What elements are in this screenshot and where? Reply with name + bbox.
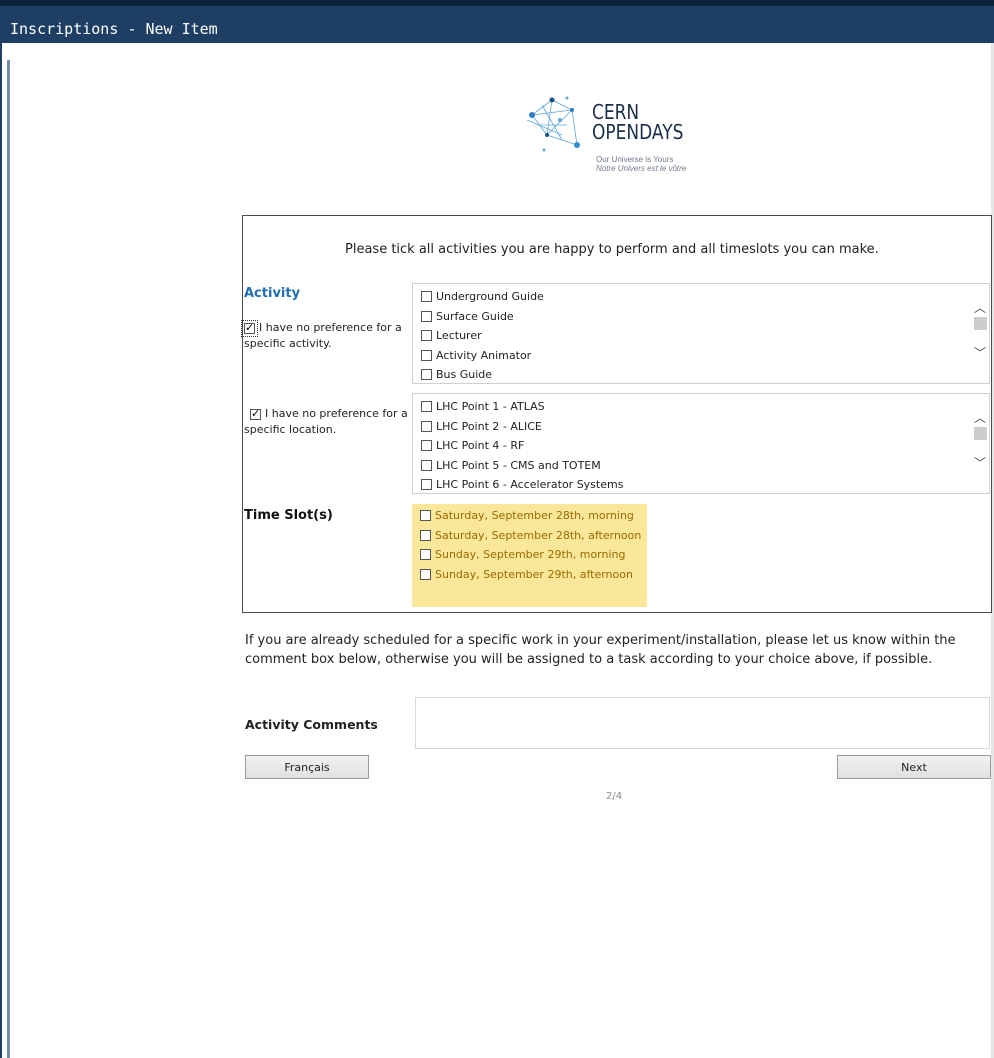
logo-tagline-fr: Notre Univers est le vôtre bbox=[596, 164, 687, 173]
activity-no-preference-label: I have no preference for a specific acti… bbox=[244, 321, 402, 350]
time-slots-heading: Time Slot(s) bbox=[244, 508, 333, 523]
activity-option[interactable]: Surface Guide bbox=[421, 307, 544, 327]
time-slot-option[interactable]: Sunday, September 29th, morning bbox=[420, 545, 641, 565]
activity-comments-input[interactable] bbox=[415, 697, 990, 749]
left-frame-edge bbox=[0, 43, 2, 1058]
activity-option-checkbox[interactable] bbox=[421, 330, 432, 342]
location-option[interactable]: LHC Point 6 - Accelerator Systems bbox=[421, 475, 623, 495]
activity-option[interactable]: Lecturer bbox=[421, 326, 544, 346]
location-option-checkbox[interactable] bbox=[421, 440, 432, 452]
next-button[interactable]: Next bbox=[837, 755, 991, 779]
activity-option[interactable]: Bus Guide bbox=[421, 365, 544, 385]
activity-option[interactable]: Underground Guide bbox=[421, 287, 544, 307]
chevron-down-icon[interactable]: ﹀ bbox=[974, 454, 986, 471]
time-slot-checkbox[interactable] bbox=[420, 549, 431, 561]
activity-no-preference-checkbox[interactable] bbox=[241, 319, 258, 337]
activity-comments-label: Activity Comments bbox=[245, 717, 378, 732]
time-slot-option[interactable]: Saturday, September 28th, afternoon bbox=[420, 526, 641, 546]
time-slot-option[interactable]: Saturday, September 28th, morning bbox=[420, 506, 641, 526]
chevron-up-icon[interactable]: ︿ bbox=[974, 409, 986, 426]
location-option[interactable]: LHC Point 5 - CMS and TOTEM bbox=[421, 456, 623, 476]
schedule-note: If you are already scheduled for a speci… bbox=[245, 633, 956, 667]
activity-option-checkbox[interactable] bbox=[421, 291, 432, 303]
location-option[interactable]: LHC Point 2 - ALICE bbox=[421, 417, 623, 437]
location-option-checkbox[interactable] bbox=[421, 401, 432, 413]
title-bar: Inscriptions - New Item bbox=[0, 0, 994, 43]
scroll-thumb[interactable] bbox=[974, 317, 987, 330]
activity-no-preference[interactable]: I have no preference for a specific acti… bbox=[241, 319, 409, 352]
activity-listbox[interactable]: Underground Guide Surface Guide Lecturer… bbox=[412, 283, 990, 384]
page-indicator: 2/4 bbox=[606, 791, 623, 802]
form-instruction: Please tick all activities you are happy… bbox=[345, 242, 879, 257]
location-option-checkbox[interactable] bbox=[421, 479, 432, 491]
location-option-checkbox[interactable] bbox=[421, 459, 432, 471]
time-slot-checkbox[interactable] bbox=[420, 568, 431, 580]
activity-option-checkbox[interactable] bbox=[421, 349, 432, 361]
location-option-checkbox[interactable] bbox=[421, 420, 432, 432]
left-frame-inner-edge bbox=[7, 60, 10, 1058]
location-option[interactable]: LHC Point 1 - ATLAS bbox=[421, 397, 623, 417]
location-no-preference[interactable]: I have no preference for a specific loca… bbox=[244, 406, 409, 438]
activity-scrollbar[interactable]: ︿ ﹀ bbox=[971, 284, 989, 383]
window-title: Inscriptions - New Item bbox=[10, 20, 218, 38]
cern-opendays-logo: CERN OPENDAYS Our Universe is Yours Notr… bbox=[522, 90, 712, 180]
scroll-thumb[interactable] bbox=[974, 427, 987, 440]
location-option[interactable]: LHC Point 4 - RF bbox=[421, 436, 623, 456]
chevron-down-icon[interactable]: ﹀ bbox=[974, 344, 986, 361]
logo-tagline-en: Our Universe is Yours bbox=[596, 155, 674, 164]
location-no-preference-checkbox[interactable] bbox=[250, 406, 261, 422]
french-language-button[interactable]: Français bbox=[245, 755, 369, 779]
chevron-up-icon[interactable]: ︿ bbox=[974, 299, 986, 316]
time-slot-option[interactable]: Sunday, September 29th, afternoon bbox=[420, 565, 641, 585]
network-logo-icon bbox=[526, 96, 580, 152]
location-no-preference-label: I have no preference for a specific loca… bbox=[244, 407, 408, 436]
time-slot-checkbox[interactable] bbox=[420, 529, 431, 541]
time-slots-list: Saturday, September 28th, morning Saturd… bbox=[412, 504, 647, 607]
logo-opendays-text: OPENDAYS bbox=[592, 120, 684, 144]
activity-option-checkbox[interactable] bbox=[421, 310, 432, 322]
activity-option[interactable]: Activity Animator bbox=[421, 346, 544, 366]
location-scrollbar[interactable]: ︿ ﹀ bbox=[971, 394, 989, 493]
activity-heading: Activity bbox=[244, 286, 301, 301]
time-slot-checkbox[interactable] bbox=[420, 510, 431, 522]
location-listbox[interactable]: LHC Point 1 - ATLAS LHC Point 2 - ALICE … bbox=[412, 393, 990, 494]
activity-option-checkbox[interactable] bbox=[421, 369, 432, 381]
